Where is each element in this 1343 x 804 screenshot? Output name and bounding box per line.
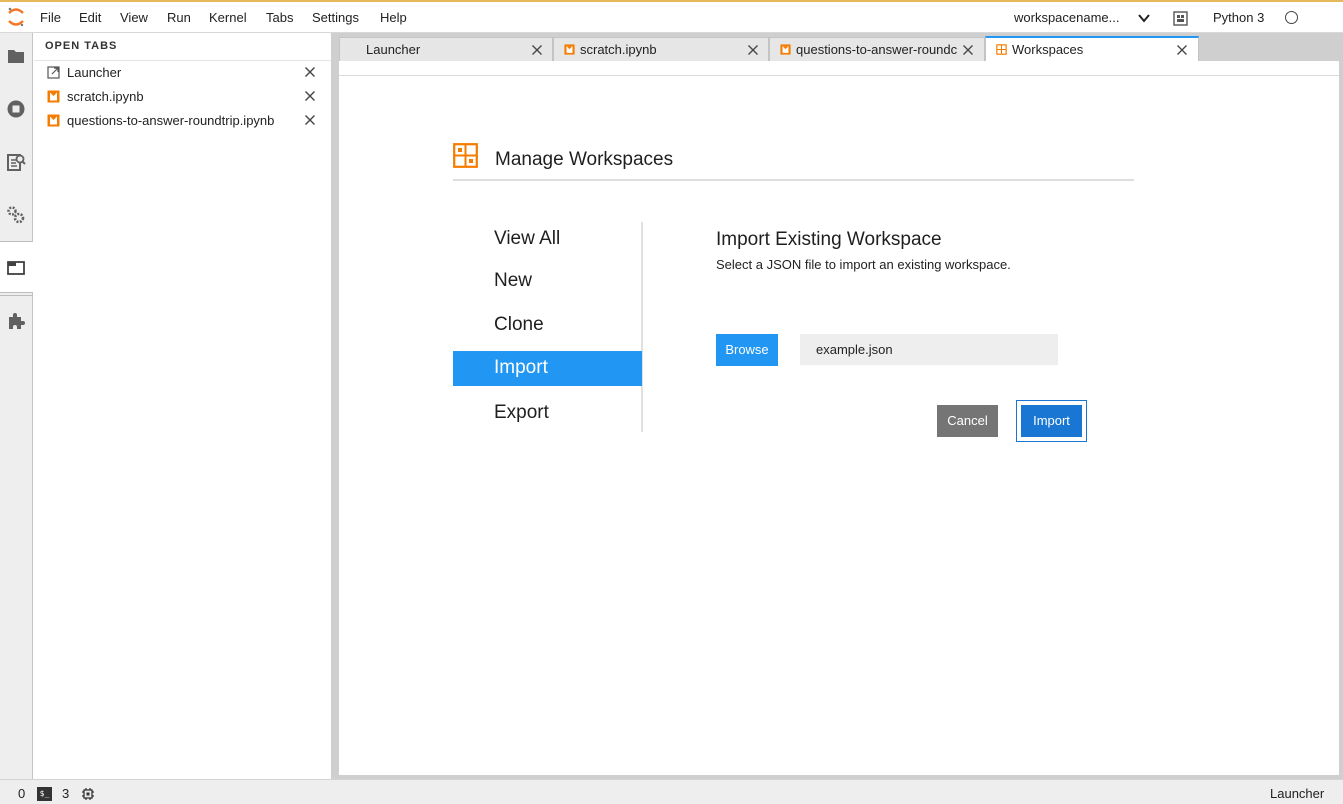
- notebook-icon: [564, 44, 575, 55]
- toolbar-divider: [339, 75, 1339, 76]
- workspaces-content: Manage Workspaces View All New Clone Imp…: [339, 61, 1339, 775]
- nav-label: View All: [494, 228, 561, 249]
- kernel-name[interactable]: Python 3: [1213, 10, 1264, 25]
- open-tab-label: scratch.ipynb: [67, 89, 144, 104]
- menu-bar: File Edit View Run Kernel Tabs Settings …: [0, 0, 1343, 33]
- title-divider: [453, 179, 1134, 181]
- workspace-name[interactable]: workspacename...: [1014, 10, 1120, 25]
- document-tab-bar: Launcher scratch.ipynb questions-to-answ: [339, 33, 1343, 61]
- close-icon[interactable]: [747, 44, 759, 56]
- open-tab-label: questions-to-answer-roundtrip.ipynb: [67, 113, 275, 128]
- tab-label: scratch.ipynb: [580, 42, 657, 57]
- tab-workspaces[interactable]: Workspaces: [985, 36, 1199, 61]
- nav-item-view-all[interactable]: View All: [453, 222, 642, 257]
- tabs-icon[interactable]: [6, 258, 26, 278]
- notebook-icon: [47, 90, 60, 103]
- browse-button[interactable]: Browse: [716, 334, 778, 366]
- file-name-field[interactable]: example.json: [800, 334, 1058, 365]
- workspaces-icon: [996, 44, 1007, 55]
- menu-edit[interactable]: Edit: [79, 10, 101, 25]
- tab-label: Launcher: [366, 42, 421, 57]
- menu-run[interactable]: Run: [167, 10, 191, 25]
- folder-icon[interactable]: [6, 46, 26, 66]
- terminal-icon[interactable]: $_: [37, 787, 52, 801]
- close-icon[interactable]: [962, 44, 974, 56]
- menu-settings[interactable]: Settings: [312, 10, 359, 25]
- tab-label: Workspaces: [1012, 42, 1084, 57]
- close-icon[interactable]: [531, 44, 543, 56]
- notebook-icon: [47, 114, 60, 127]
- nav-label: Clone: [494, 314, 544, 335]
- menu-file[interactable]: File: [40, 10, 61, 25]
- tab-scratch[interactable]: scratch.ipynb: [553, 37, 769, 61]
- open-tab-label: Launcher: [67, 65, 122, 80]
- menu-help[interactable]: Help: [380, 10, 407, 25]
- page-title: Manage Workspaces: [495, 149, 674, 170]
- workspace-nav: View All New Clone Import Export: [453, 222, 643, 432]
- panel-splitter[interactable]: [331, 33, 339, 779]
- command-palette-icon[interactable]: [6, 152, 26, 172]
- tab-questions[interactable]: questions-to-answer-roundc: [769, 37, 985, 61]
- import-button[interactable]: Import: [1021, 405, 1082, 437]
- activity-bar: [0, 33, 33, 779]
- nav-item-new[interactable]: New: [453, 264, 642, 299]
- nav-item-export[interactable]: Export: [453, 396, 642, 431]
- launcher-icon: [47, 66, 60, 79]
- open-tab-item[interactable]: scratch.ipynb: [34, 85, 331, 109]
- kernel-status-icon: [1285, 11, 1298, 24]
- cancel-button[interactable]: Cancel: [937, 405, 998, 437]
- nav-label: Import: [494, 357, 548, 378]
- nav-item-import[interactable]: Import: [453, 351, 642, 386]
- workspace-switch-icon[interactable]: [1173, 11, 1188, 26]
- nav-item-clone[interactable]: Clone: [453, 308, 642, 343]
- notebook-icon: [780, 44, 791, 55]
- workspaces-icon: [453, 143, 478, 168]
- property-inspector-icon[interactable]: [6, 205, 26, 225]
- kernel-chip-icon: [82, 788, 94, 800]
- current-activity: Launcher: [1270, 786, 1325, 801]
- activity-separator: [0, 295, 33, 296]
- chevron-down-icon[interactable]: [1137, 12, 1151, 24]
- running-icon[interactable]: [6, 99, 26, 119]
- tab-launcher[interactable]: Launcher: [339, 37, 553, 61]
- main-area: Launcher scratch.ipynb questions-to-answ: [339, 33, 1343, 779]
- kernels-count[interactable]: 0: [18, 786, 25, 801]
- panel-title: OPEN TABS: [45, 40, 118, 52]
- import-heading: Import Existing Workspace: [716, 229, 942, 250]
- close-icon[interactable]: [304, 66, 316, 78]
- nav-label: Export: [494, 402, 549, 423]
- import-description: Select a JSON file to import an existing…: [716, 257, 1011, 272]
- status-bar: 0 $_ 3 Launcher: [0, 779, 1343, 804]
- menu-tabs[interactable]: Tabs: [266, 10, 293, 25]
- menu-view[interactable]: View: [120, 10, 148, 25]
- close-icon[interactable]: [304, 114, 316, 126]
- jupyter-logo-icon: [8, 7, 24, 27]
- tab-label: questions-to-answer-roundc: [796, 42, 958, 57]
- close-icon[interactable]: [1176, 44, 1188, 56]
- open-tab-item[interactable]: questions-to-answer-roundtrip.ipynb: [34, 109, 331, 133]
- nav-label: New: [494, 270, 533, 291]
- close-icon[interactable]: [304, 90, 316, 102]
- menu-kernel[interactable]: Kernel: [209, 10, 247, 25]
- import-button-focus-ring: Import: [1016, 400, 1087, 442]
- open-tabs-panel: OPEN TABS Launcher scratch.ipynb questio…: [34, 33, 331, 779]
- extension-icon[interactable]: [6, 311, 26, 331]
- open-tab-item[interactable]: Launcher: [34, 61, 331, 85]
- terminals-count[interactable]: 3: [62, 786, 69, 801]
